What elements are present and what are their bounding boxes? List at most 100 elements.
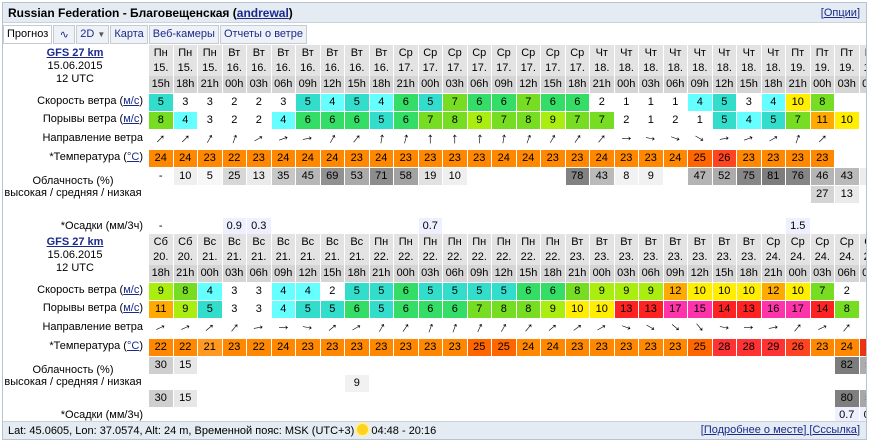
gust-cell: 17 xyxy=(663,301,687,318)
wind-cell: 5 xyxy=(369,283,393,300)
wind-cell: 1 xyxy=(614,94,638,111)
temp-cell: 24 xyxy=(663,150,687,167)
wind-direction-cell: ↑ xyxy=(811,319,835,336)
model-name-link[interactable]: GFS 27 km xyxy=(3,236,147,249)
temp-cell: 23 xyxy=(222,339,246,356)
tab-graph-icon[interactable]: ∿ xyxy=(53,25,76,44)
cl_hi-cell: 5 xyxy=(198,168,222,185)
hours-cell: 09h xyxy=(663,265,687,282)
units-link[interactable]: м/с xyxy=(123,95,139,107)
link-link[interactable]: Сссылка xyxy=(812,424,856,436)
wind-arrow-icon: ↑ xyxy=(423,318,437,337)
wind-direction-cell: ↑ xyxy=(517,319,541,337)
cl_hi-cell xyxy=(296,357,320,374)
wind-cell: 5 xyxy=(712,94,736,111)
units-link[interactable]: °C xyxy=(127,151,139,163)
hours-cell: 03h xyxy=(247,76,271,93)
temp-cell: 24 xyxy=(296,150,320,167)
temp-cell: 26 xyxy=(712,150,736,167)
hours-cell: 21h xyxy=(173,265,197,282)
precip-text: *Осадки (мм/3ч) xyxy=(60,409,143,421)
cl_hi-cell: 13 xyxy=(247,168,271,185)
hours-cell: 18h xyxy=(345,265,369,282)
units-link[interactable]: м/с xyxy=(123,302,139,314)
cl_low-cell xyxy=(247,390,271,407)
tab-webcams[interactable]: Веб-камеры xyxy=(148,25,219,44)
cl_hi-cell xyxy=(566,357,590,374)
gust-cell: 5 xyxy=(198,301,222,318)
wind-cell: 5 xyxy=(418,94,442,111)
wind-cell: 6 xyxy=(467,94,491,111)
wind-arrow-icon: ↑ xyxy=(789,318,807,337)
wind-arrow-icon: ↑ xyxy=(175,320,195,335)
cl_hi-cell: 35 xyxy=(271,168,295,185)
temp-cell: 29 xyxy=(761,339,785,356)
wind-cell: 7 xyxy=(443,94,467,111)
gust-text: Порывы ветра xyxy=(42,302,117,314)
tab-forecast[interactable]: Прогноз xyxy=(3,25,53,44)
cl_low-cell xyxy=(541,201,565,218)
wind-cell: 10 xyxy=(786,94,810,111)
dates-cell: 17. xyxy=(541,60,565,77)
cl_hi-cell xyxy=(590,357,614,374)
units-link[interactable]: м/с xyxy=(123,284,139,296)
wind-arrow-icon: ↑ xyxy=(176,129,194,148)
gust-cell: 1 xyxy=(688,112,712,129)
hours-cell: 03h xyxy=(222,265,246,282)
units-link[interactable]: °C xyxy=(127,340,139,352)
wind-row: 9 8 4 3 3 4 4 2 5 5 6 5 5 5 5 6 6 8 9 9 9 12 10 10 10 12 10 7 2 xyxy=(149,283,866,300)
temp-cell: 24 xyxy=(516,339,540,356)
cl_hi-cell xyxy=(713,357,737,374)
tab-2d[interactable]: 2D ▼ xyxy=(76,25,110,44)
dates-cell: 17. xyxy=(492,60,516,77)
cl_low-cell xyxy=(811,201,835,218)
user-link[interactable]: andrewal xyxy=(237,6,289,20)
wind-arrow-icon: ↑ xyxy=(764,322,783,333)
direction-text: Направление ветра xyxy=(42,132,143,144)
temp-cell: 24 xyxy=(369,150,393,167)
cl_low-cell xyxy=(443,390,467,407)
cl_hi-cell: 75 xyxy=(737,168,761,185)
dates-cell: 18. xyxy=(614,60,638,77)
wind-direction-cell: ↑ xyxy=(394,129,418,147)
wind-cell: 8 xyxy=(173,283,197,300)
wind-arrow-icon: ↑ xyxy=(838,318,856,337)
dates-cell: 19. xyxy=(835,60,859,77)
cl_hi-cell xyxy=(517,168,541,185)
wind-arrow-icon: ↑ xyxy=(273,132,293,145)
tab-wind-reports[interactable]: Отчеты о ветре xyxy=(219,25,307,44)
hours-cell: 18h xyxy=(541,265,565,282)
cl_low-cell xyxy=(737,201,761,218)
cl_hi-cell xyxy=(370,357,394,374)
wind-arrow-icon: ↑ xyxy=(298,133,317,144)
wind-direction-cell: ↑ xyxy=(419,318,443,337)
gust-cell: 6 xyxy=(394,112,418,129)
temp-cell: 22 xyxy=(247,339,271,356)
gust-cell: 14 xyxy=(712,301,736,318)
wind-direction-cell: ↑ xyxy=(541,319,565,336)
dates-cell: 22. xyxy=(467,249,491,266)
temp-cell: 24 xyxy=(173,150,197,167)
units-link[interactable]: м/с xyxy=(123,113,139,125)
wind-direction-cell: ↑ xyxy=(149,319,173,336)
dates-cell: 22. xyxy=(394,249,418,266)
temp-cell: 23 xyxy=(639,339,663,356)
options-link[interactable]: [Опции] xyxy=(821,7,860,19)
gust-cell: 6 xyxy=(345,301,369,318)
cl_hi-cell xyxy=(468,168,492,185)
temp-cell: 23 xyxy=(320,339,344,356)
more-about-place-link[interactable]: Подробнее о месте xyxy=(704,424,804,436)
hours-cell: 09h xyxy=(688,76,712,93)
cl_low-cell xyxy=(615,201,639,218)
wind-arrow-icon: ↑ xyxy=(593,129,611,148)
dates-cell: 19. xyxy=(786,60,810,77)
cl_hi-cell xyxy=(811,357,835,374)
cl_low-cell xyxy=(370,201,394,218)
gust-cell: 8 xyxy=(443,112,467,129)
model-name-link[interactable]: GFS 27 km xyxy=(3,47,147,60)
wind-cell xyxy=(835,94,859,111)
wind-direction-cell: ↑ xyxy=(247,130,271,147)
wind-cell xyxy=(860,94,867,111)
tab-map[interactable]: Карта xyxy=(110,25,148,44)
hours-cell: 18h xyxy=(565,76,589,93)
